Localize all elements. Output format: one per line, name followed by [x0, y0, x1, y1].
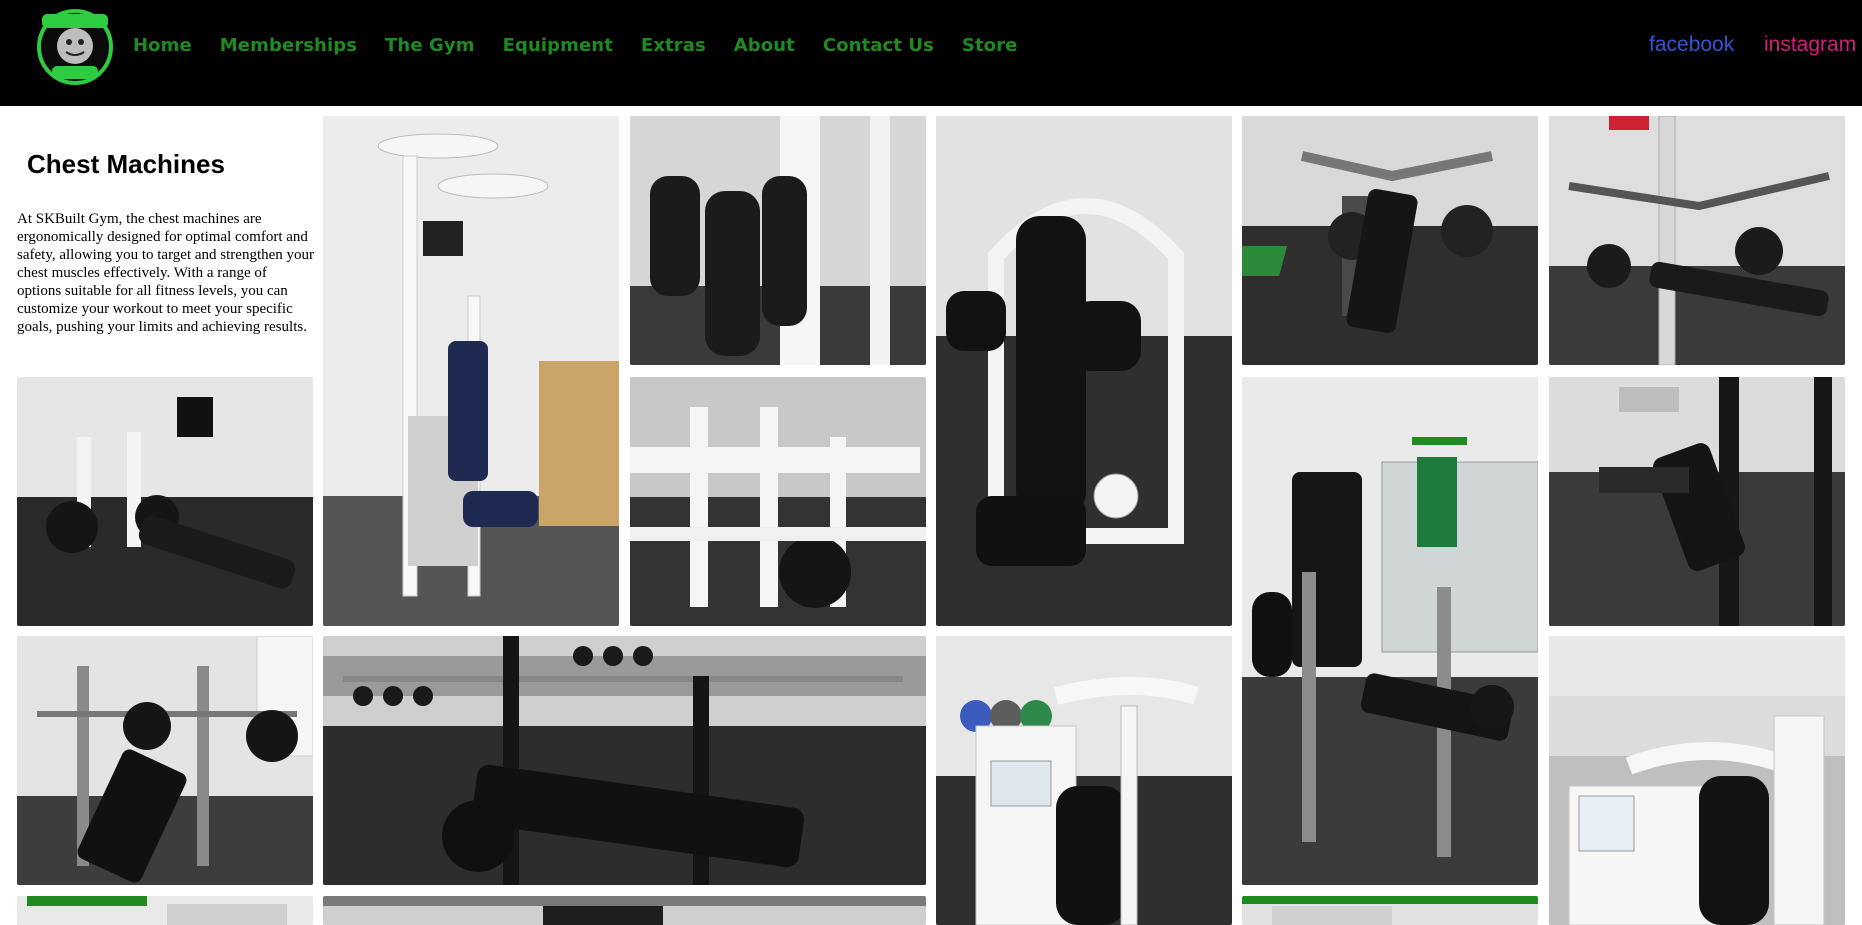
photo-white-press-frame[interactable] [630, 377, 926, 626]
nav-about[interactable]: About [734, 35, 795, 56]
machine-photo-icon [323, 116, 619, 626]
page-title: Chest Machines [27, 149, 225, 179]
nav-home[interactable]: Home [133, 35, 192, 56]
machine-photo-icon [1549, 636, 1845, 925]
photo-black-incline[interactable] [1549, 377, 1845, 626]
nav-memberships[interactable]: Memberships [220, 35, 357, 56]
photo-bottom-2[interactable] [323, 896, 926, 925]
photo-plate-loaded-incline[interactable] [1242, 116, 1538, 365]
photo-bottom-3[interactable] [1242, 896, 1538, 925]
nav-the-gym[interactable]: The Gym [385, 35, 475, 56]
main-nav: Home Memberships The Gym Equipment Extra… [133, 30, 1045, 60]
machine-photo-icon [1242, 377, 1538, 885]
photo-bottom-1[interactable] [17, 896, 313, 925]
machine-photo-icon [630, 116, 926, 365]
photo-nautilus-vertical-chest[interactable] [936, 636, 1232, 925]
machine-photo-icon [323, 636, 926, 885]
photo-plate-loaded-left[interactable] [17, 377, 313, 626]
photo-olympic-incline[interactable] [17, 636, 313, 885]
instagram-link[interactable]: instagram [1764, 30, 1856, 60]
photo-mirror-room-incline[interactable] [1242, 377, 1538, 885]
machine-photo-icon [1549, 377, 1845, 626]
photo-flat-bench-barbell[interactable] [323, 636, 926, 885]
machine-photo-icon [17, 377, 313, 626]
machine-photo-icon [17, 636, 313, 885]
machine-photo-icon [936, 116, 1232, 626]
machine-photo-icon [1242, 896, 1538, 925]
photo-nautilus-machine[interactable] [1549, 636, 1845, 925]
nav-store[interactable]: Store [962, 35, 1018, 56]
nav-extras[interactable]: Extras [641, 35, 706, 56]
nav-equipment[interactable]: Equipment [503, 35, 613, 56]
gym-logo[interactable] [36, 8, 114, 86]
nav-contact-us[interactable]: Contact Us [823, 35, 934, 56]
machine-photo-icon [630, 377, 926, 626]
site-header: Home Memberships The Gym Equipment Extra… [0, 0, 1862, 106]
machine-photo-icon [936, 636, 1232, 925]
intro-description: At SKBuilt Gym, the chest machines are e… [17, 211, 315, 335]
photo-plate-loaded-bench[interactable] [1549, 116, 1845, 365]
machine-photo-icon [323, 896, 926, 925]
machine-photo-icon [1242, 116, 1538, 365]
photo-pec-deck-tall[interactable] [323, 116, 619, 626]
facebook-link[interactable]: facebook [1649, 30, 1734, 60]
photo-pad-machine[interactable] [630, 116, 926, 365]
intro-section: Chest Machines At SKBuilt Gym, the chest… [17, 116, 314, 366]
machine-photo-icon [17, 896, 313, 925]
photo-white-fly-machine[interactable] [936, 116, 1232, 626]
machine-photo-icon [1549, 116, 1845, 365]
